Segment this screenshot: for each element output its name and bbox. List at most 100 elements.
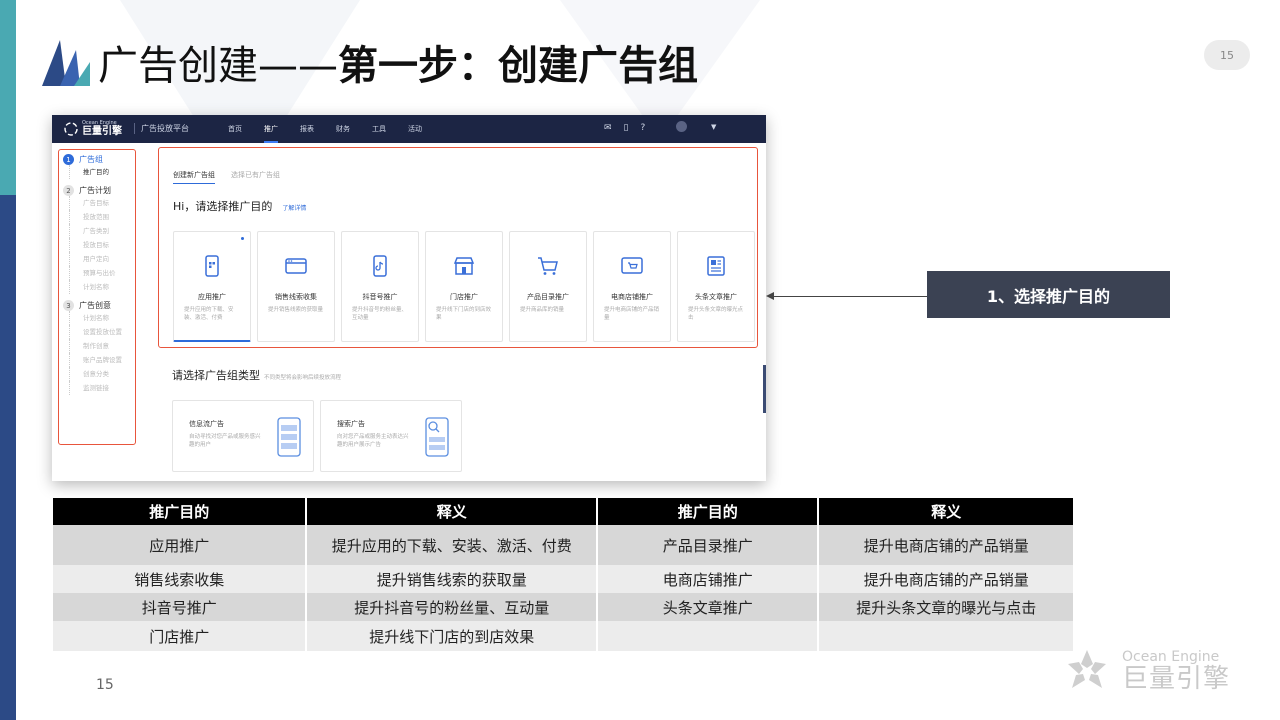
table-cell: [597, 621, 818, 651]
table-cell: 提升头条文章的曝光与点击: [819, 593, 1073, 621]
purpose-cards: 应用推广 提升应用的下载、安装、激活、付费 销售线索收集 提升销售线索的获取量 …: [173, 231, 755, 342]
step-ad-creative[interactable]: 3 广告创意: [63, 300, 135, 311]
nav-tools[interactable]: 工具: [372, 115, 386, 143]
scrollbar-thumb[interactable]: [763, 365, 766, 413]
purpose-card-store[interactable]: 门店推广 提升线下门店的到店效果: [425, 231, 503, 342]
step-sub-item[interactable]: 设置投放位置: [69, 325, 135, 339]
slide-title-prefix: 广告创建——: [98, 43, 338, 89]
table-cell: 提升抖音号的粉丝量、互动量: [307, 593, 596, 621]
ad-type-card-search[interactable]: 搜索广告 向对您产品或服务主动表达兴趣的用户展示广告: [320, 400, 462, 472]
table-header-cell: 推广目的: [53, 498, 306, 525]
steps-panel: 1 广告组 推广目的 2 广告计划 广告目标 投放范围 广告类别 投放目标 用户…: [58, 149, 136, 445]
slide-logo-icon: [42, 40, 90, 86]
step-sub-item[interactable]: 广告类别: [69, 224, 135, 238]
step-number: 3: [63, 300, 74, 311]
table-cell: 提升电商店铺的产品销量: [819, 565, 1073, 593]
shop-cart-screen-icon: [621, 257, 643, 274]
tab-select-existing[interactable]: 选择已有广告组: [231, 170, 280, 184]
ad-group-tabs: 创建新广告组 选择已有广告组: [173, 170, 280, 184]
callout-arrow-head-icon: [766, 292, 774, 300]
step-sub-item[interactable]: 广告目标: [69, 196, 135, 210]
callout-arrow-line: [768, 296, 928, 297]
platform-brand[interactable]: Ocean Engine 巨量引擎: [64, 120, 122, 137]
purpose-panel: 创建新广告组 选择已有广告组 Hi，请选择推广目的 了解详情 应用推广 提升应用…: [158, 147, 758, 348]
brand-cn: 巨量引擎: [82, 126, 122, 137]
card-desc: 提升应用的下载、安装、激活、付费: [184, 307, 234, 321]
step-sub-item[interactable]: 创意分类: [69, 367, 135, 381]
card-desc: 提升商品库的销量: [520, 307, 565, 313]
brand-logo-icon: [64, 121, 78, 136]
topbar-icons: ✉ ▯ ?: [604, 123, 645, 133]
chevron-down-icon: ▼: [711, 122, 717, 131]
nav-activity[interactable]: 活动: [408, 115, 422, 143]
purpose-card-catalog[interactable]: 产品目录推广 提升商品库的销量: [509, 231, 587, 342]
step-sub-item[interactable]: 监测链接: [69, 381, 135, 395]
step-sub-item[interactable]: 推广目的: [69, 165, 135, 179]
nav-home[interactable]: 首页: [228, 115, 242, 143]
step-ad-plan[interactable]: 2 广告计划: [63, 185, 135, 196]
nav-reports[interactable]: 报表: [300, 115, 314, 143]
mobile-app-icon: [205, 255, 219, 277]
card-title: 应用推广: [198, 293, 226, 301]
greeting-text: Hi，请选择推广目的: [173, 200, 273, 213]
footer-logo-en: Ocean Engine: [1122, 649, 1220, 665]
purpose-card-leads[interactable]: 销售线索收集 提升销售线索的获取量: [257, 231, 335, 342]
purpose-card-app[interactable]: 应用推广 提升应用的下载、安装、激活、付费: [173, 231, 251, 342]
left-accent-bar: [0, 0, 16, 720]
step-sub-item[interactable]: 投放范围: [69, 210, 135, 224]
avatar: [676, 121, 687, 132]
table-row: 销售线索收集 提升销售线索的获取量 电商店铺推广 提升电商店铺的产品销量: [53, 565, 1073, 593]
footer-logo: Ocean Engine 巨量引擎: [1062, 646, 1230, 696]
feed-phone-illustration-icon: [277, 417, 301, 457]
shopping-cart-icon: [538, 257, 558, 275]
phone-icon[interactable]: ▯: [624, 123, 629, 133]
step-sub-item[interactable]: 计划名称: [69, 280, 135, 294]
learn-more-link[interactable]: 了解详情: [282, 203, 306, 212]
browser-window-icon: [285, 258, 307, 274]
step-sub-item[interactable]: 投放目标: [69, 238, 135, 252]
step-sub-item[interactable]: 用户定向: [69, 252, 135, 266]
step-label: 广告组: [79, 155, 103, 164]
ad-type-card-feed[interactable]: 信息流广告 自动寻找对您产品或服务感兴趣的用户: [172, 400, 314, 472]
search-phone-illustration-icon: [425, 417, 449, 457]
card-desc: 提升头条文章的曝光点击: [688, 307, 744, 321]
nav-finance[interactable]: 财务: [336, 115, 350, 143]
douyin-phone-icon: [373, 255, 387, 277]
table-header-cell: 释义: [307, 498, 596, 525]
mail-icon[interactable]: ✉: [604, 123, 612, 133]
purpose-card-article[interactable]: 头条文章推广 提升头条文章的曝光点击: [677, 231, 755, 342]
table-cell: 应用推广: [53, 525, 306, 565]
step-label: 广告计划: [79, 186, 111, 195]
platform-topbar: Ocean Engine 巨量引擎 广告投放平台 首页 推广 报表 财务 工具 …: [52, 115, 766, 143]
table-cell: 产品目录推广: [597, 525, 818, 565]
step-sub-item[interactable]: 预算与出价: [69, 266, 135, 280]
card-title: 抖音号推广: [362, 293, 398, 301]
step-sub-item[interactable]: 账户品牌设置: [69, 353, 135, 367]
nav-promote[interactable]: 推广: [264, 115, 278, 143]
table-cell: 抖音号推广: [53, 593, 306, 621]
footer-logo-cn: 巨量引擎: [1122, 664, 1231, 694]
page-number: 15: [96, 677, 114, 693]
user-menu[interactable]: ▼: [676, 121, 716, 132]
step-sub-item[interactable]: 制作创意: [69, 339, 135, 353]
table-cell: 提升电商店铺的产品销量: [819, 525, 1073, 565]
table-row: 应用推广 提升应用的下载、安装、激活、付费 产品目录推广 提升电商店铺的产品销量: [53, 525, 1073, 565]
purpose-card-douyin[interactable]: 抖音号推广 提升抖音号的粉丝量、互动量: [341, 231, 419, 342]
purpose-table: 推广目的 释义 推广目的 释义 应用推广 提升应用的下载、安装、激活、付费 产品…: [51, 498, 1075, 651]
step-ad-group[interactable]: 1 广告组: [63, 154, 135, 165]
table-header-row: 推广目的 释义 推广目的 释义: [53, 498, 1073, 525]
step-number: 1: [63, 154, 74, 165]
purpose-greeting: Hi，请选择推广目的 了解详情: [173, 198, 306, 214]
selected-dot: [241, 237, 244, 240]
purpose-card-eshop[interactable]: 电商店铺推广 提升电商店铺的产品销量: [593, 231, 671, 342]
step-sub-item[interactable]: 计划名称: [69, 311, 135, 325]
table-cell: 电商店铺推广: [597, 565, 818, 593]
card-title: 门店推广: [450, 293, 478, 301]
help-icon[interactable]: ?: [641, 123, 646, 133]
table-header-cell: 释义: [819, 498, 1073, 525]
table-cell: 提升应用的下载、安装、激活、付费: [307, 525, 596, 565]
platform-name: 广告投放平台: [134, 123, 189, 134]
tab-create-new[interactable]: 创建新广告组: [173, 170, 215, 184]
type-card-title: 信息流广告: [189, 420, 224, 428]
table-cell: [819, 621, 1073, 651]
